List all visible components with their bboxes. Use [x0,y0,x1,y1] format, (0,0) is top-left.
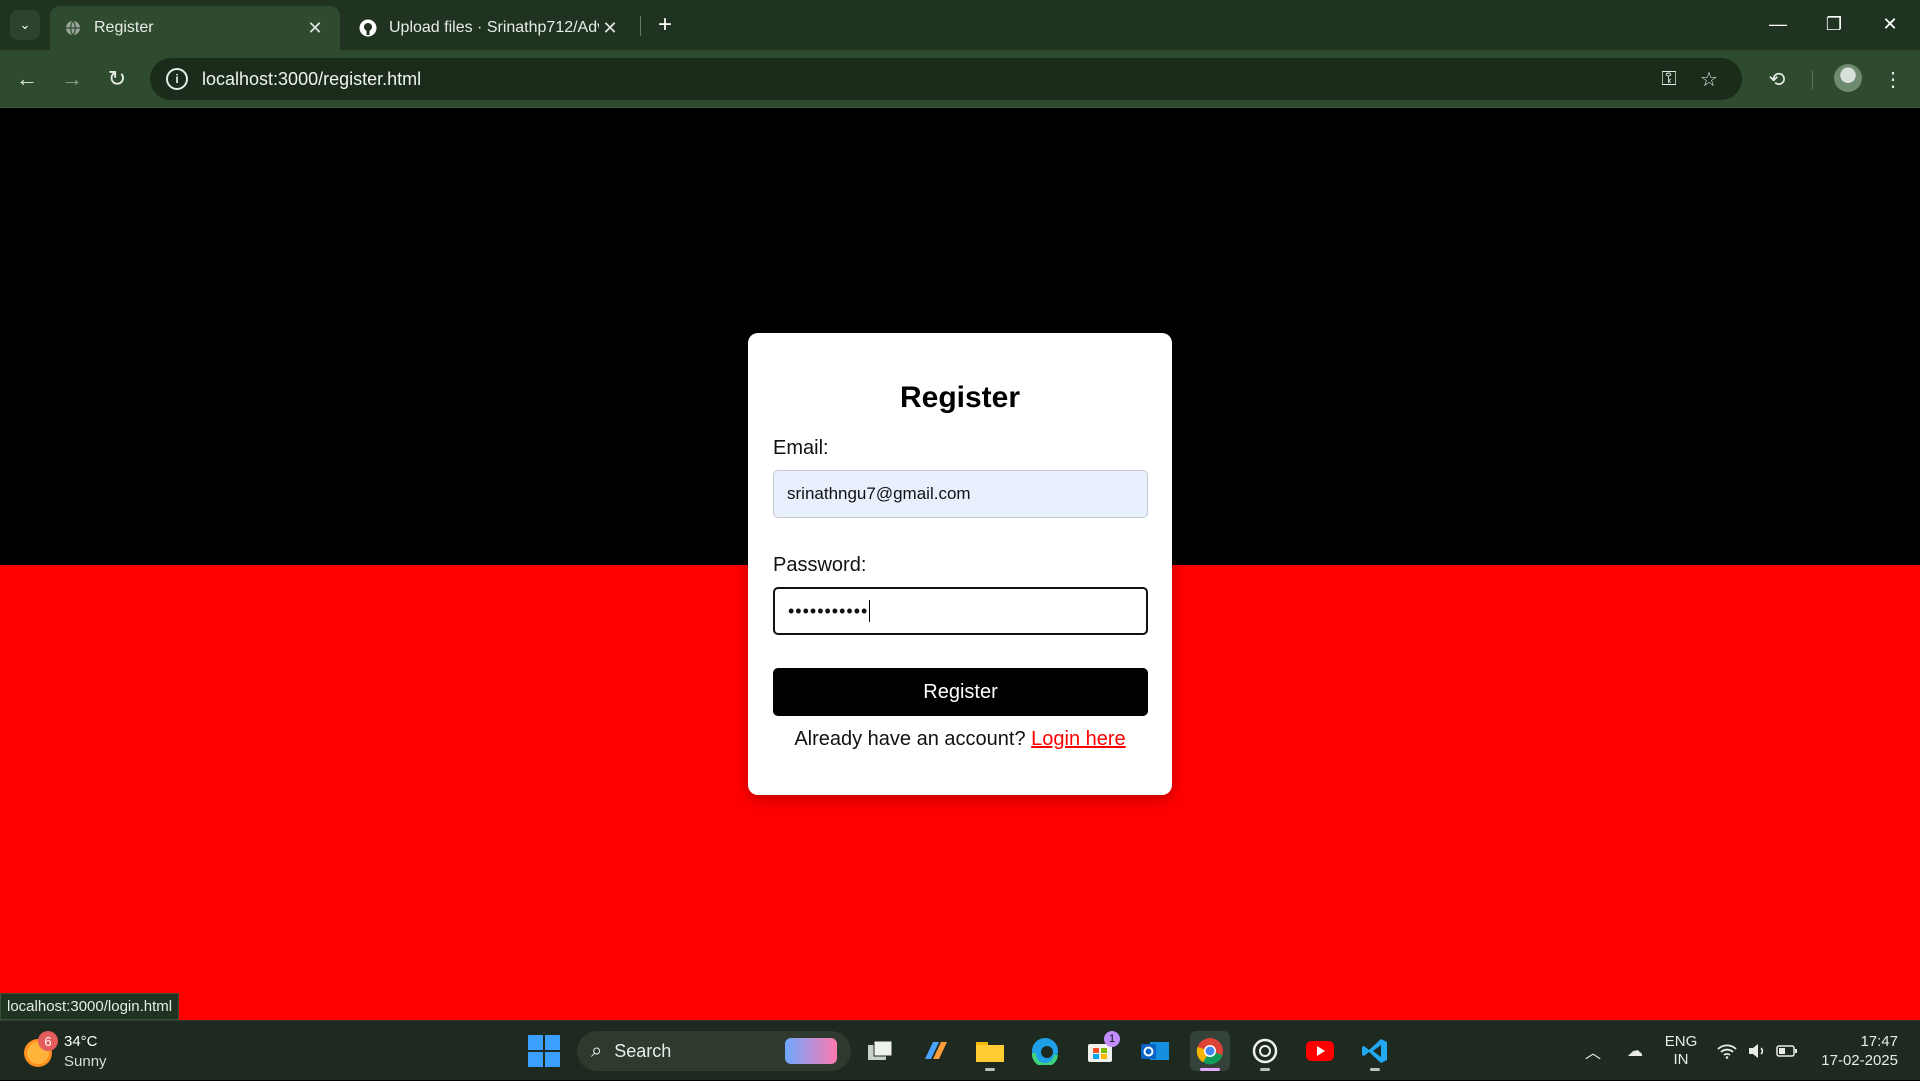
tab-register[interactable]: Register ✕ [50,6,340,50]
microsoft-store-icon[interactable]: 1 [1080,1031,1120,1071]
new-tab-button[interactable]: + [650,10,680,40]
forward-button[interactable]: → [55,62,89,96]
register-card: Register Email: srinathngu7@gmail.com Pa… [748,333,1172,795]
address-bar[interactable]: i localhost:3000/register.html ⚿ ☆ [150,58,1742,100]
password-label: Password: [773,554,867,576]
vscode-icon[interactable] [1355,1031,1395,1071]
close-window-button[interactable]: ✕ [1862,0,1918,48]
clock-time: 17:47 [1860,1033,1898,1050]
onedrive-cloud-icon[interactable]: ☁ [1620,1021,1650,1081]
volume-icon[interactable] [1744,1021,1770,1081]
task-view-icon[interactable] [860,1031,900,1071]
region-code: IN [1673,1051,1689,1068]
profile-avatar[interactable] [1834,64,1862,92]
menu-kebab-icon[interactable]: ⋮ [1876,62,1910,96]
running-indicator [1260,1068,1270,1071]
windows-start-icon[interactable] [528,1035,560,1067]
taskbar: 6 34°C Sunny ⌕ Search 1 ︿ ☁ ENG IN 17:47… [0,1020,1920,1080]
password-key-icon[interactable]: ⚿ [1652,68,1686,91]
language-code: ENG [1664,1033,1698,1050]
weather-temp: 34°C [64,1033,98,1050]
running-indicator [1370,1068,1380,1071]
password-value: ••••••••••• [788,600,869,621]
tab-strip: ⌄ Register ✕ Upload files · Srinathp712/… [0,0,1920,50]
email-field[interactable]: srinathngu7@gmail.com [773,470,1148,518]
register-button[interactable]: Register [773,668,1148,716]
link-status-bubble: localhost:3000/login.html [0,993,180,1020]
toolbar-divider [1812,70,1813,90]
password-field[interactable]: ••••••••••• [773,587,1148,635]
login-link[interactable]: Login here [1031,728,1126,750]
wifi-icon[interactable] [1714,1021,1740,1081]
site-info-icon[interactable]: i [166,68,188,90]
running-indicator [985,1068,995,1071]
copilot-icon[interactable] [915,1031,955,1071]
minimize-button[interactable]: — [1750,0,1806,48]
outlook-icon[interactable] [1135,1031,1175,1071]
browser-toolbar: ← → ↻ i localhost:3000/register.html ⚿ ☆… [0,50,1920,108]
tab-title: Upload files · Srinathp712/Adva [389,19,599,36]
login-prompt: Already have an account? Login here [773,728,1147,751]
login-prompt-text: Already have an account? [794,728,1026,750]
weather-widget[interactable]: 6 34°C Sunny [24,1031,124,1073]
email-value: srinathngu7@gmail.com [787,484,971,503]
address-url[interactable]: localhost:3000/register.html [202,69,1646,90]
globe-icon [64,19,82,37]
search-highlight-icon [785,1038,837,1064]
battery-icon[interactable] [1774,1021,1800,1081]
clock-date: 17-02-2025 [1821,1052,1898,1069]
tab-title: Register [94,19,154,36]
email-label: Email: [773,437,829,459]
back-button[interactable]: ← [10,62,44,96]
edge-icon[interactable] [1025,1031,1065,1071]
language-indicator[interactable]: ENG IN [1662,1033,1700,1069]
chevron-up-icon[interactable]: ︿ [1580,1021,1606,1081]
tab-search-button[interactable]: ⌄ [10,10,40,40]
taskbar-search[interactable]: ⌕ Search [577,1031,851,1071]
chrome-icon[interactable] [1190,1031,1230,1071]
youtube-icon[interactable] [1300,1031,1340,1071]
text-caret [869,600,871,622]
tab-divider [640,16,641,36]
tab-upload-files[interactable]: Upload files · Srinathp712/Adva ✕ [345,6,635,50]
reload-button[interactable]: ↻ [100,62,134,96]
history-icon[interactable]: ⟲ [1760,62,1794,96]
restore-button[interactable]: ❐ [1806,0,1862,48]
file-explorer-icon[interactable] [970,1031,1010,1071]
close-tab-icon[interactable]: ✕ [599,18,621,39]
page-title: Register [899,381,1021,414]
search-icon: ⌕ [591,1039,603,1062]
page-viewport: Register Email: srinathngu7@gmail.com Pa… [0,109,1920,1020]
search-placeholder: Search [614,1040,672,1061]
weather-condition: Sunny [64,1053,107,1070]
github-icon [359,19,377,37]
store-badge: 1 [1104,1031,1120,1047]
close-tab-icon[interactable]: ✕ [304,18,326,39]
weather-badge: 6 [38,1031,58,1051]
active-indicator [1200,1068,1220,1071]
system-clock[interactable]: 17:47 17-02-2025 [1816,1032,1898,1070]
bookmark-star-icon[interactable]: ☆ [1692,67,1726,92]
chatgpt-icon[interactable] [1245,1031,1285,1071]
